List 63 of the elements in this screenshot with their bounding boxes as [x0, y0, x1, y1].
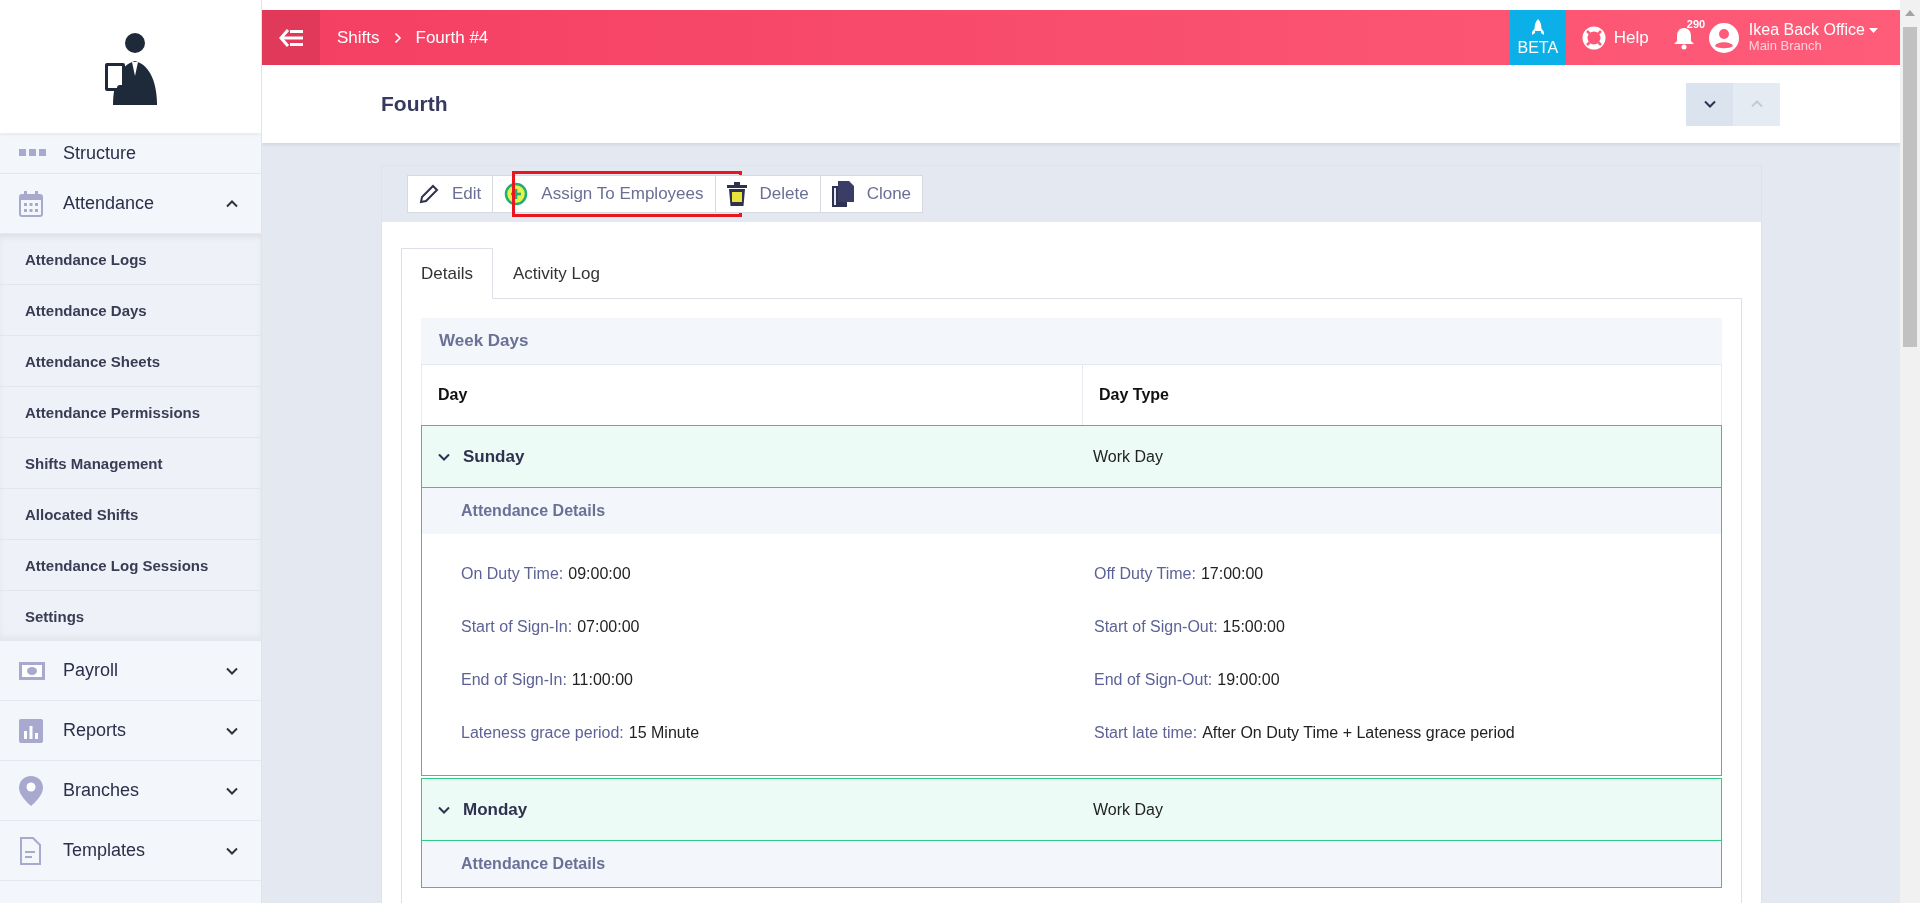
- submenu-item[interactable]: Attendance Logs: [0, 234, 261, 285]
- detail-field: Start late time: After On Duty Time + Lateness grace period: [1094, 706, 1721, 759]
- collapse-button[interactable]: [1686, 82, 1733, 126]
- submenu-item[interactable]: Attendance Sheets: [0, 336, 261, 387]
- trash-icon: [726, 182, 747, 206]
- page-title: Fourth: [381, 92, 449, 116]
- location-pin-icon: [19, 775, 43, 806]
- sidebar-item[interactable]: Templates: [0, 821, 261, 881]
- column-header: Day: [437, 385, 469, 405]
- scrollbar-thumb[interactable]: [1903, 27, 1917, 347]
- lifebuoy-icon: [1581, 25, 1606, 50]
- toolbar-button[interactable]: Delete: [714, 175, 821, 213]
- day-type: Work Day: [1092, 446, 1164, 467]
- day-name: Sunday: [463, 446, 525, 467]
- tab[interactable]: Details: [401, 248, 493, 299]
- day-row[interactable]: Sunday Work Day: [422, 426, 1721, 488]
- expand-button[interactable]: [1733, 82, 1780, 126]
- day-name: Monday: [463, 799, 528, 820]
- back-button[interactable]: [262, 10, 320, 65]
- sidebar-item[interactable]: Branches: [0, 761, 261, 821]
- banknote-icon: [19, 661, 45, 680]
- scroll-up-icon[interactable]: [1905, 9, 1915, 16]
- submenu-item[interactable]: Attendance Log Sessions: [0, 540, 261, 591]
- detail-field: Start of Sign-In: 07:00:00: [461, 600, 1094, 653]
- day-type: Work Day: [1092, 799, 1164, 820]
- submenu-item[interactable]: Attendance Permissions: [0, 387, 261, 438]
- sidebar-item[interactable]: Payroll: [0, 641, 261, 701]
- section-title: Attendance Details: [461, 502, 606, 520]
- detail-field: On Duty Time: 09:00:00: [461, 547, 1094, 600]
- day-row[interactable]: Monday Work Day: [422, 779, 1721, 841]
- detail-field: End of Sign-In: 11:00:00: [461, 653, 1094, 706]
- tab[interactable]: Activity Log: [492, 248, 620, 299]
- grid-icon: [19, 148, 47, 158]
- sidebar-item[interactable]: Reports: [0, 701, 261, 761]
- calendar-icon: [19, 190, 43, 217]
- toolbar-button[interactable]: Clone: [819, 175, 924, 213]
- detail-field: Start of Sign-Out: 15:00:00: [1094, 600, 1721, 653]
- toolbar-button[interactable]: Assign To Employees: [492, 175, 716, 213]
- submenu-item[interactable]: Settings: [0, 591, 261, 641]
- plus-circle-icon: [504, 182, 529, 206]
- submenu-item[interactable]: Attendance Days: [0, 285, 261, 336]
- bar-chart-icon: [19, 718, 43, 743]
- breadcrumb-link[interactable]: Shifts: [337, 27, 380, 48]
- submenu-item[interactable]: Shifts Management: [0, 438, 261, 489]
- sidebar-item[interactable]: Attendance: [0, 174, 261, 234]
- notification-count: 290: [1686, 18, 1706, 30]
- detail-field: End of Sign-Out: 19:00:00: [1094, 653, 1721, 706]
- avatar-icon: [1708, 22, 1739, 53]
- detail-field: Lateness grace period: 15 Minute: [461, 706, 1094, 759]
- column-header: Day Type: [1082, 365, 1721, 425]
- back-arrow-icon: [279, 28, 303, 47]
- section-title: Attendance Details: [461, 855, 606, 873]
- detail-field: Off Duty Time: 17:00:00: [1094, 547, 1721, 600]
- caret-icon: [1869, 27, 1878, 33]
- chevron-right-icon: [393, 31, 402, 44]
- toolbar-button[interactable]: Edit: [407, 175, 494, 213]
- submenu-item[interactable]: Allocated Shifts: [0, 489, 261, 540]
- document-icon: [19, 836, 41, 865]
- pencil-icon: [419, 184, 439, 204]
- copy-icon: [831, 181, 854, 207]
- rocket-icon: [1530, 18, 1545, 37]
- section-title: Week Days: [439, 331, 529, 351]
- breadcrumb-link[interactable]: Fourth #4: [415, 27, 489, 48]
